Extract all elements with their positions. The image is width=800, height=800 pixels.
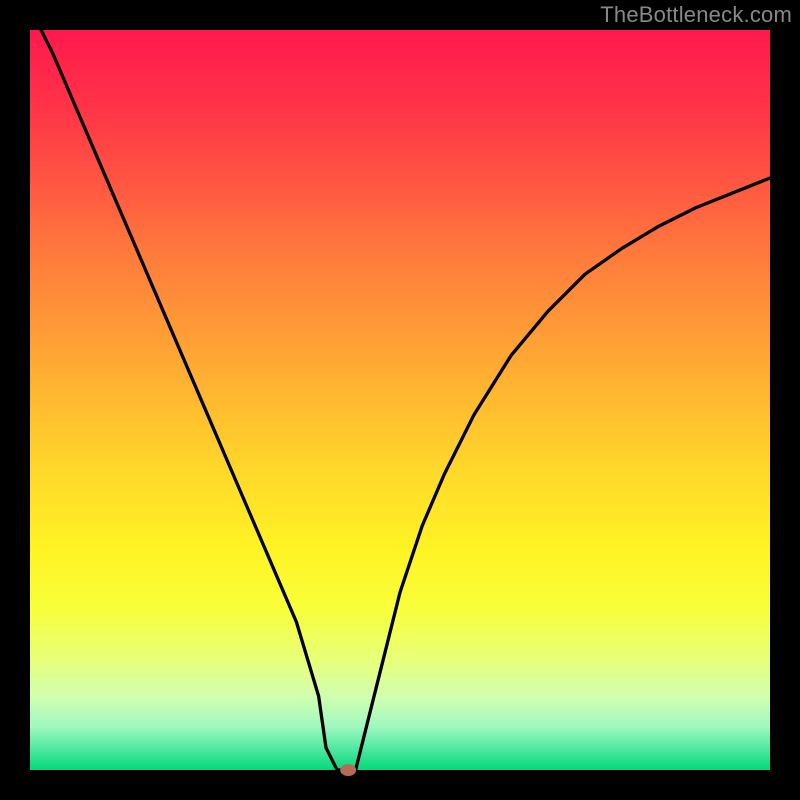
chart-frame: TheBottleneck.com bbox=[0, 0, 800, 800]
gradient-background bbox=[30, 30, 770, 773]
optimal-point-marker bbox=[340, 764, 356, 776]
bottleneck-chart bbox=[0, 0, 800, 800]
watermark-text: TheBottleneck.com bbox=[600, 2, 792, 28]
